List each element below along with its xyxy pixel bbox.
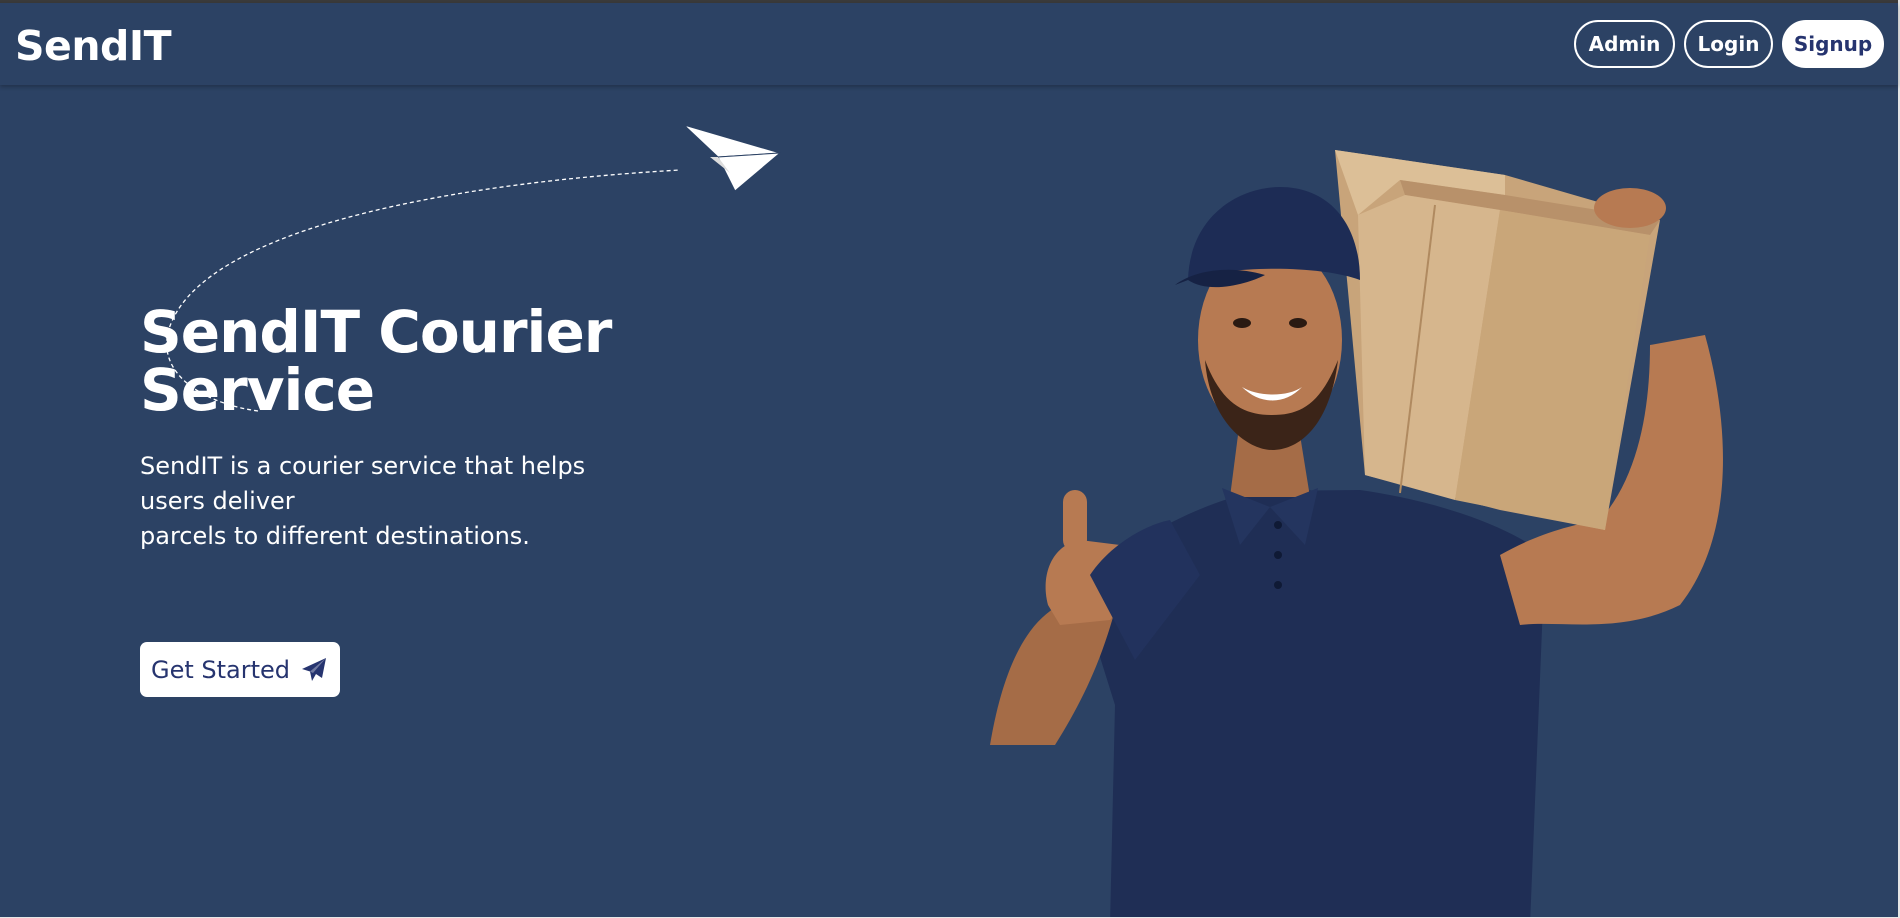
hero-description-line: parcels to different destinations. xyxy=(140,522,530,550)
hero-description-line: users deliver xyxy=(140,487,295,515)
get-started-label: Get Started xyxy=(151,655,291,684)
paper-plane-icon xyxy=(683,124,782,192)
hero-description-line: SendIT is a courier service that helps xyxy=(140,452,586,480)
admin-button[interactable]: Admin xyxy=(1574,20,1675,68)
login-button[interactable]: Login xyxy=(1684,20,1773,68)
hero-title: SendIT Courier Service xyxy=(140,298,612,424)
page: SendIT Admin Login Signup SendIT Courier… xyxy=(0,0,1900,918)
navbar: SendIT Admin Login Signup xyxy=(0,3,1898,85)
paper-plane-icon xyxy=(302,657,327,681)
hero-section: SendIT Courier Service SendIT is a couri… xyxy=(0,85,1898,917)
hero-description: SendIT is a courier service that helps u… xyxy=(140,449,620,554)
brand-logo[interactable]: SendIT xyxy=(15,22,172,70)
get-started-button[interactable]: Get Started xyxy=(140,642,340,697)
signup-button[interactable]: Signup xyxy=(1782,20,1884,68)
courier-image xyxy=(990,150,1723,917)
